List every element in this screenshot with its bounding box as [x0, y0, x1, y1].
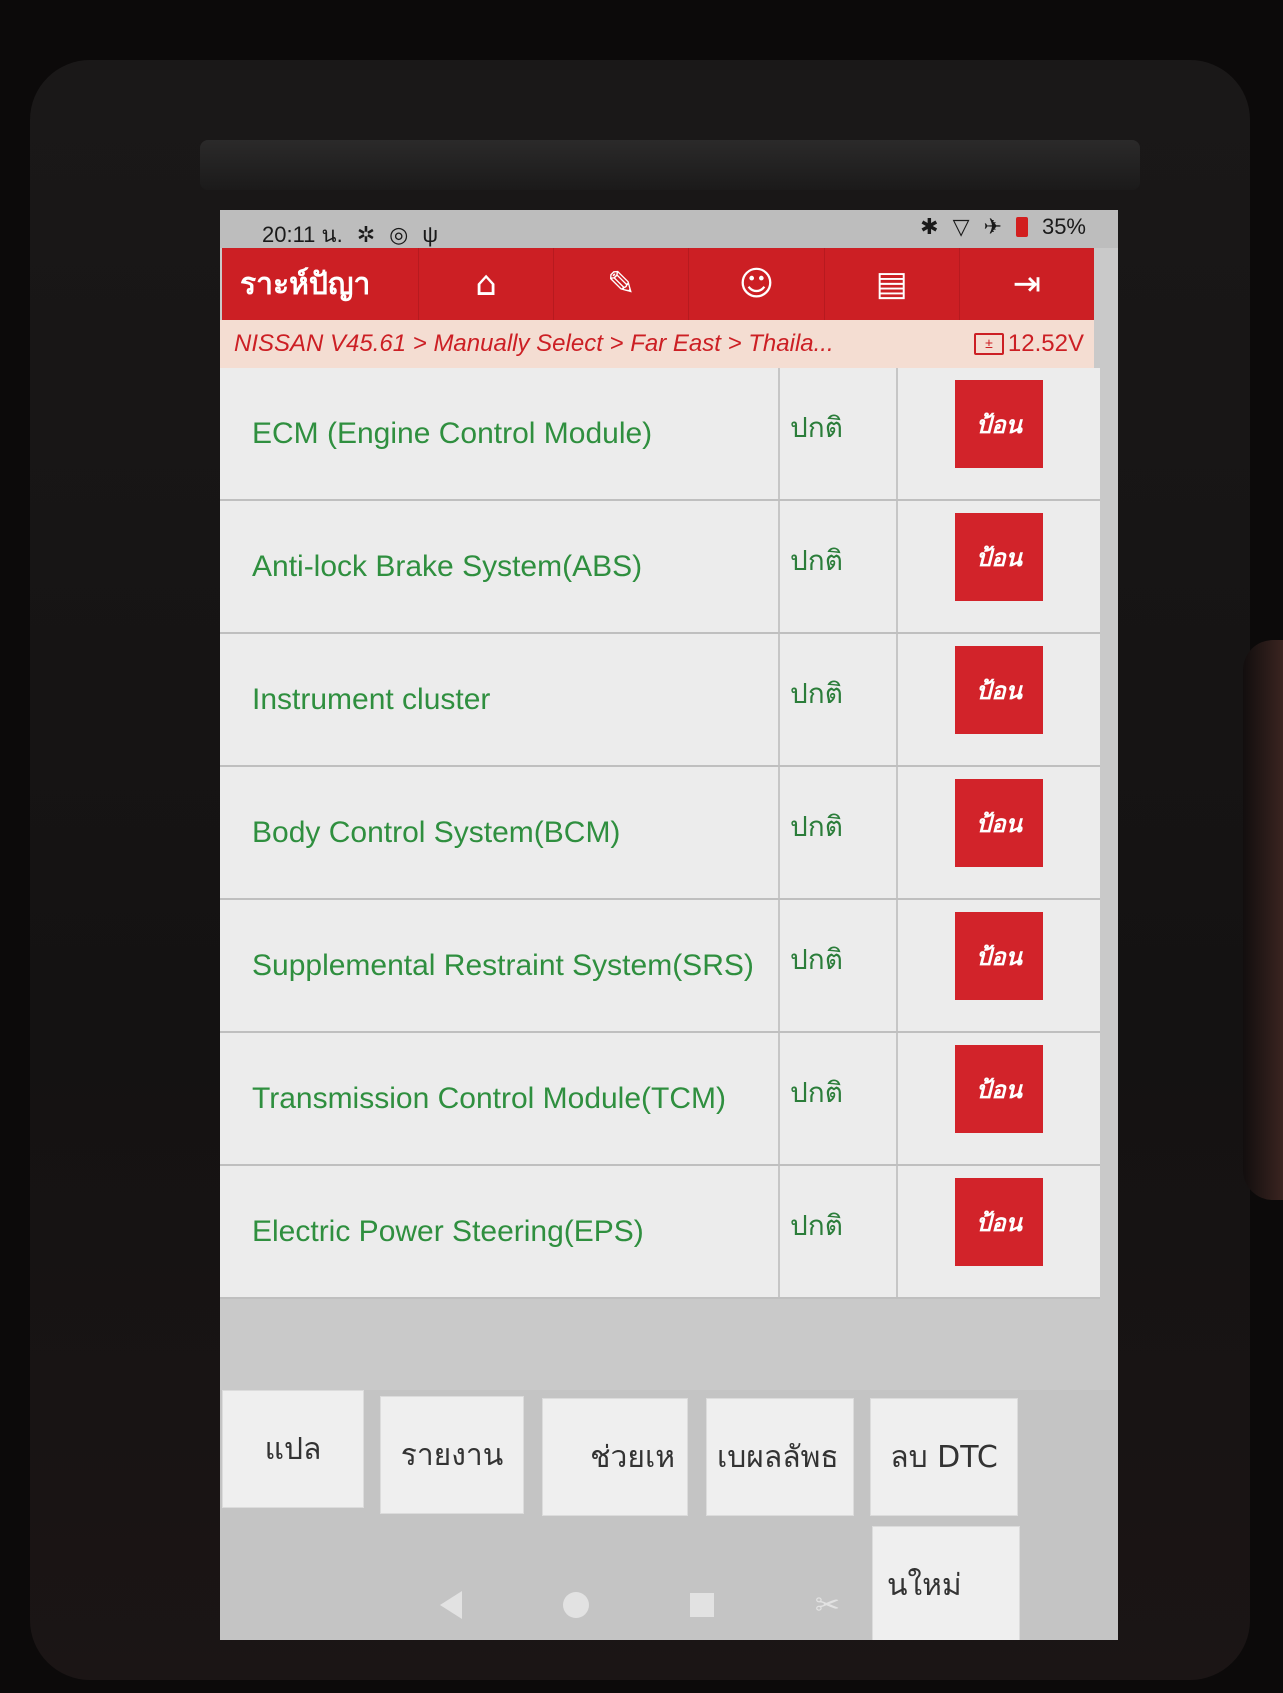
home-circle-icon[interactable] — [562, 1592, 589, 1618]
app-header: ราะห์ปัญา ⌂ ✎ ☺ ▤ ⇥ — [222, 248, 1094, 320]
clear-dtc-button[interactable]: ลบ DTC — [870, 1398, 1018, 1516]
breadcrumb: NISSAN V45.61 > Manually Select > Far Ea… — [220, 320, 1094, 368]
help-button[interactable]: ช่วยเห — [542, 1398, 688, 1516]
system-row: Instrument cluster ปกติ ป้อน — [220, 634, 1100, 767]
system-status: ปกติ — [780, 900, 898, 1031]
exit-icon: ⇥ — [1012, 264, 1042, 304]
bluetooth-icon: ✱ — [920, 214, 939, 239]
system-row: Anti-lock Brake System(ABS) ปกติ ป้อน — [220, 501, 1100, 634]
exit-button[interactable]: ⇥ — [958, 248, 1094, 320]
hand — [1243, 640, 1283, 1200]
screenshot-icon[interactable]: ✂ — [815, 1588, 840, 1623]
enter-button[interactable]: ป้อน — [955, 779, 1043, 867]
system-name: Body Control System(BCM) — [220, 767, 780, 898]
battery-icon — [1015, 217, 1028, 237]
save-result-button[interactable]: เบผลลัพธ — [706, 1398, 854, 1516]
edit-button[interactable]: ✎ — [553, 248, 688, 320]
status-bar: 20:11 น. ✲ ◎ ψ ✱ ▽ ✈ 35% — [220, 210, 1118, 248]
airplane-icon: ✈ — [983, 214, 1002, 239]
system-status: ปกติ — [780, 1033, 898, 1164]
report-button[interactable]: รายงาน — [380, 1396, 524, 1514]
battery-level: 35% — [1041, 214, 1086, 239]
system-status: ปกติ — [780, 634, 898, 765]
system-list: ECM (Engine Control Module) ปกติ ป้อน An… — [220, 368, 1100, 1398]
device-bezel — [200, 140, 1140, 190]
system-row: ECM (Engine Control Module) ปกติ ป้อน — [220, 368, 1100, 501]
usb-icon: ψ — [422, 221, 439, 247]
system-status: ปกติ — [780, 767, 898, 898]
back-icon[interactable] — [440, 1591, 462, 1619]
breadcrumb-path: NISSAN V45.61 > Manually Select > Far Ea… — [234, 330, 834, 357]
system-name: Anti-lock Brake System(ABS) — [220, 501, 780, 632]
system-row: Body Control System(BCM) ปกติ ป้อน — [220, 767, 1100, 900]
new-scan-button[interactable]: นใหม่ — [872, 1526, 1020, 1640]
system-status: ปกติ — [780, 1166, 898, 1297]
enter-button[interactable]: ป้อน — [955, 1178, 1043, 1266]
system-name: ECM (Engine Control Module) — [220, 368, 780, 499]
support-button[interactable]: ☺ — [688, 248, 823, 320]
home-button[interactable]: ⌂ — [418, 248, 553, 320]
enter-button[interactable]: ป้อน — [955, 646, 1043, 734]
page-title: ราะห์ปัญา — [240, 266, 371, 302]
enter-button[interactable]: ป้อน — [955, 513, 1043, 601]
system-row: Supplemental Restraint System(SRS) ปกติ … — [220, 900, 1100, 1033]
system-row: Electric Power Steering(EPS) ปกติ ป้อน — [220, 1166, 1100, 1299]
system-row: Transmission Control Module(TCM) ปกติ ป้… — [220, 1033, 1100, 1166]
recent-apps-icon[interactable] — [689, 1593, 714, 1617]
system-status: ปกติ — [780, 368, 898, 499]
tablet-screen: 20:11 น. ✲ ◎ ψ ✱ ▽ ✈ 35% ราะห์ปัญา ⌂ ✎ ☺… — [220, 210, 1118, 1640]
android-nav-bar: ✂ — [440, 1575, 840, 1635]
battery-voltage-icon: ± — [973, 333, 1004, 355]
support-icon: ☺ — [738, 264, 775, 304]
voltage-readout: ± 12.52V — [973, 330, 1084, 358]
enter-button[interactable]: ป้อน — [955, 912, 1043, 1000]
translate-button[interactable]: แปล — [222, 1390, 364, 1508]
edit-icon: ✎ — [607, 264, 636, 304]
system-name: Transmission Control Module(TCM) — [220, 1033, 780, 1164]
system-name: Electric Power Steering(EPS) — [220, 1166, 780, 1297]
enter-button[interactable]: ป้อน — [955, 380, 1043, 468]
timer-icon: ◎ — [389, 221, 409, 247]
system-name: Supplemental Restraint System(SRS) — [220, 900, 780, 1031]
voltage-value: 12.52V — [1007, 330, 1084, 357]
print-button[interactable]: ▤ — [823, 248, 959, 320]
system-name: Instrument cluster — [220, 634, 780, 765]
enter-button[interactable]: ป้อน — [955, 1045, 1043, 1133]
clock: 20:11 น. — [262, 222, 343, 247]
home-icon: ⌂ — [475, 264, 497, 304]
gear-icon: ✲ — [356, 221, 376, 247]
wifi-icon: ▽ — [952, 214, 970, 239]
print-icon: ▤ — [875, 264, 908, 304]
system-status: ปกติ — [780, 501, 898, 632]
